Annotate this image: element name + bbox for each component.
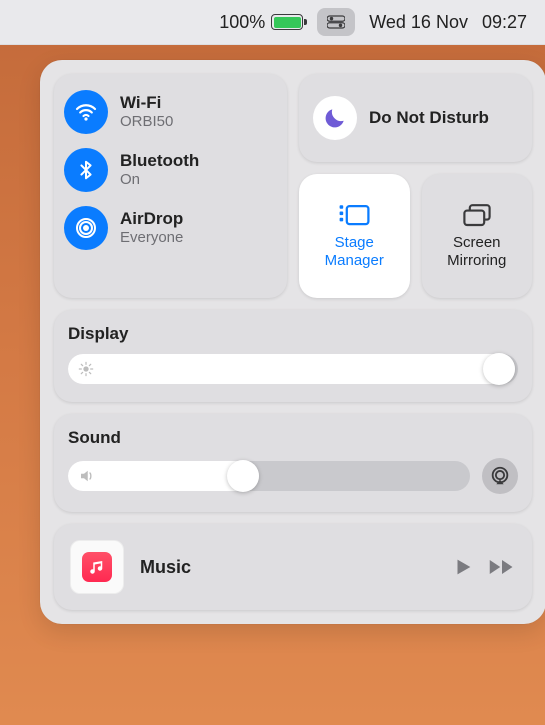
bluetooth-label: Bluetooth (120, 150, 199, 171)
airdrop-label: AirDrop (120, 208, 183, 229)
display-brightness-slider[interactable] (68, 354, 518, 384)
battery-icon (271, 14, 303, 30)
brightness-icon (78, 361, 94, 377)
do-not-disturb-toggle[interactable]: Do Not Disturb (299, 74, 532, 162)
sound-volume-slider[interactable] (68, 461, 470, 491)
sound-card: Sound (54, 414, 532, 512)
wifi-label: Wi-Fi (120, 92, 173, 113)
wifi-icon (64, 90, 108, 134)
music-app-artwork (70, 540, 124, 594)
menu-date[interactable]: Wed 16 Nov (369, 12, 468, 33)
stage-manager-icon (336, 202, 372, 230)
wifi-status: ORBI50 (120, 113, 173, 132)
now-playing-title: Music (140, 557, 436, 578)
next-track-button[interactable] (488, 556, 516, 578)
menu-bar: 100% Wed 16 Nov 09:27 (0, 0, 545, 45)
stage-manager-toggle[interactable]: Stage Manager (299, 174, 410, 298)
control-center-button[interactable] (317, 8, 355, 36)
bluetooth-status: On (120, 171, 199, 190)
moon-icon (313, 96, 357, 140)
battery-percent-label: 100% (219, 12, 265, 33)
display-label: Display (68, 324, 518, 344)
bluetooth-icon (64, 148, 108, 192)
audio-output-button[interactable] (482, 458, 518, 494)
airplay-audio-icon (489, 465, 511, 487)
screen-mirroring-icon (459, 202, 495, 230)
screen-mirroring-button[interactable]: Screen Mirroring (422, 174, 533, 298)
display-card: Display (54, 310, 532, 402)
control-center-icon (327, 15, 345, 29)
screen-mirroring-label: Screen Mirroring (432, 234, 522, 270)
sound-label: Sound (68, 428, 518, 448)
airdrop-status: Everyone (120, 229, 183, 248)
airdrop-toggle[interactable]: AirDrop Everyone (64, 202, 277, 254)
bluetooth-toggle[interactable]: Bluetooth On (64, 144, 277, 196)
menu-time[interactable]: 09:27 (482, 12, 527, 33)
now-playing-card[interactable]: Music (54, 524, 532, 610)
music-app-icon (82, 552, 112, 582)
dnd-label: Do Not Disturb (369, 108, 489, 128)
stage-manager-label: Stage Manager (309, 234, 399, 270)
battery-status[interactable]: 100% (219, 12, 303, 33)
wifi-toggle[interactable]: Wi-Fi ORBI50 (64, 86, 277, 138)
control-center-panel: Wi-Fi ORBI50 Bluetooth On AirDro (40, 60, 545, 624)
airdrop-icon (64, 206, 108, 250)
play-button[interactable] (452, 556, 474, 578)
connectivity-card: Wi-Fi ORBI50 Bluetooth On AirDro (54, 74, 287, 298)
speaker-icon (78, 467, 96, 485)
